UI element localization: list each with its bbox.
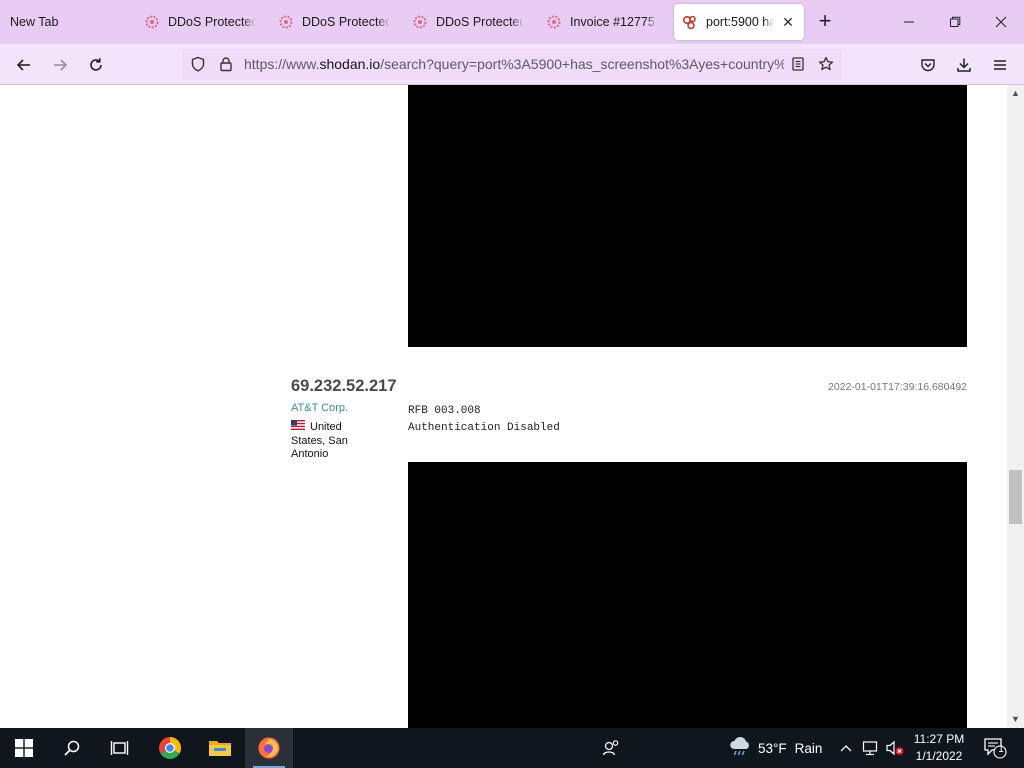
rain-cloud-icon <box>728 736 752 761</box>
us-flag-icon <box>291 420 305 430</box>
ddos-favicon-icon <box>278 14 294 30</box>
window-controls <box>886 0 1024 44</box>
clock-time: 11:27 PM <box>913 732 965 746</box>
page-scrollbar[interactable]: ▲ ▼ <box>1007 85 1024 728</box>
menu-hamburger-icon[interactable] <box>986 51 1014 79</box>
people-icon[interactable] <box>598 728 624 768</box>
tab-ddos-3[interactable]: DDoS Protected Page <box>404 4 532 40</box>
tab-new-tab[interactable]: New Tab <box>2 4 130 40</box>
back-arrow-icon[interactable] <box>10 51 38 79</box>
tab-label: DDoS Protected Page <box>168 15 256 29</box>
task-view-icon[interactable] <box>96 728 144 768</box>
tab-close-icon[interactable]: ✕ <box>780 14 796 30</box>
lock-icon[interactable] <box>212 50 240 78</box>
scrollbar-thumb[interactable] <box>1009 470 1022 524</box>
bookmark-star-icon[interactable] <box>812 50 840 78</box>
minimize-icon[interactable] <box>886 0 932 44</box>
tab-label: DDoS Protected Page <box>302 15 390 29</box>
result-screenshot[interactable] <box>408 462 967 728</box>
system-clock[interactable]: 11:27 PM 1/1/2022 <box>906 731 972 765</box>
volume-muted-icon[interactable] <box>884 728 906 768</box>
tab-label: Invoice #12775 - <box>570 15 658 29</box>
windows-start-icon[interactable] <box>0 728 48 768</box>
scroll-up-arrow-icon[interactable]: ▲ <box>1007 85 1024 102</box>
windows-taskbar: 53°F Rain 11:27 PM 1/1/2022 1 <box>0 728 1024 768</box>
forward-arrow-icon[interactable] <box>46 51 74 79</box>
ddos-favicon-icon <box>546 14 562 30</box>
plus-icon[interactable]: + <box>813 10 837 34</box>
chevron-up-icon[interactable] <box>836 728 856 768</box>
chrome-icon[interactable] <box>146 728 194 768</box>
clock-date: 1/1/2022 <box>915 749 963 763</box>
result-banner: RFB 003.008 Authentication Disabled <box>408 405 560 434</box>
notification-center-icon[interactable]: 1 <box>980 728 1010 768</box>
file-explorer-icon[interactable] <box>196 728 244 768</box>
tab-label: DDoS Protected Page <box>436 15 524 29</box>
scroll-down-arrow-icon[interactable]: ▼ <box>1007 711 1024 728</box>
shodan-icon <box>682 14 698 30</box>
result-location: United States, San Antonio <box>291 420 361 462</box>
result-organization-link[interactable]: AT&T Corp. <box>291 402 348 414</box>
tab-invoice[interactable]: Invoice #12775 - <box>538 4 666 40</box>
tab-ddos-2[interactable]: DDoS Protected Page <box>270 4 398 40</box>
weather-widget[interactable]: 53°F Rain <box>728 728 822 768</box>
tab-label: port:5900 has_ <box>706 15 774 29</box>
notification-count-badge: 1 <box>998 744 1004 755</box>
weather-description: Rain <box>794 740 823 756</box>
close-icon[interactable] <box>978 0 1024 44</box>
tab-label: New Tab <box>10 15 59 29</box>
reader-view-icon[interactable] <box>784 50 812 78</box>
address-bar[interactable]: https://www.shodan.io/search?query=port%… <box>182 49 842 80</box>
downloads-icon[interactable] <box>950 51 978 79</box>
search-icon[interactable] <box>48 728 96 768</box>
tab-ddos-1[interactable]: DDoS Protected Page <box>136 4 264 40</box>
reload-icon[interactable] <box>82 51 110 79</box>
previous-result-screenshot[interactable] <box>408 85 967 347</box>
tab-shodan-search[interactable]: port:5900 has_ ✕ <box>674 4 804 40</box>
result-timestamp: 2022-01-01T17:39:16.680492 <box>828 381 967 393</box>
pocket-icon[interactable] <box>914 51 942 79</box>
ddos-favicon-icon <box>412 14 428 30</box>
tab-strip: New Tab DDoS Protected Page DDoS Protect… <box>0 0 1024 44</box>
network-icon[interactable] <box>860 728 882 768</box>
firefox-icon[interactable] <box>245 728 293 768</box>
navigation-toolbar: https://www.shodan.io/search?query=port%… <box>0 44 1024 85</box>
weather-temperature: 53°F <box>758 740 787 756</box>
page-content: 69.232.52.217 AT&T Corp. United States, … <box>0 85 1007 728</box>
result-ip-address[interactable]: 69.232.52.217 <box>291 377 397 396</box>
tracking-shield-icon[interactable] <box>184 50 212 78</box>
url-text[interactable]: https://www.shodan.io/search?query=port%… <box>244 49 784 80</box>
ddos-favicon-icon <box>144 14 160 30</box>
restore-icon[interactable] <box>932 0 978 44</box>
